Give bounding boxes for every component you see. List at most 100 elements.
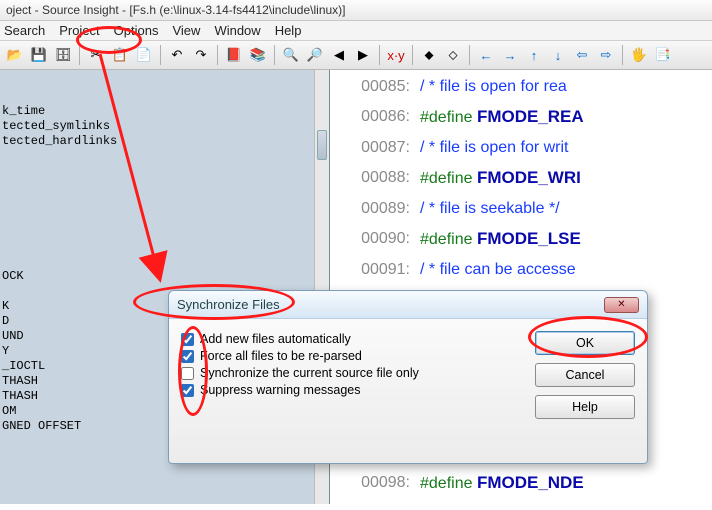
toolbar: 📂 💾 🗄 ✂ 📋 📄 ↶ ↷ 📕 📚 🔍 🔎 ◀ ▶ x·y ⬥ ⬦ ← → … bbox=[0, 41, 712, 70]
dialog-check-row: Synchronize the current source file only bbox=[181, 366, 535, 380]
ok-button[interactable]: OK bbox=[535, 331, 635, 355]
symbol-item[interactable] bbox=[2, 209, 307, 224]
cut-icon[interactable]: ✂ bbox=[85, 44, 107, 66]
save-icon[interactable]: 💾 bbox=[28, 44, 50, 66]
separator bbox=[622, 45, 623, 65]
tool1-icon[interactable]: 🖐 bbox=[628, 44, 650, 66]
back-icon[interactable]: ← bbox=[475, 44, 497, 66]
line-number: 00098: bbox=[334, 468, 420, 499]
menu-search[interactable]: Search bbox=[4, 23, 45, 38]
nav-fwd-icon[interactable]: ⇨ bbox=[595, 44, 617, 66]
dialog-check-row: Suppress warning messages bbox=[181, 383, 535, 397]
separator bbox=[217, 45, 218, 65]
code-line[interactable]: 00099:/ * File is opened with bbox=[334, 499, 712, 504]
symbol-item[interactable]: tected_hardlinks bbox=[2, 134, 307, 149]
symbol-item[interactable] bbox=[2, 89, 307, 104]
code-line[interactable]: 00098:#define FMODE_NDE bbox=[334, 468, 712, 499]
code-text: / * file can be accesse bbox=[420, 255, 576, 285]
line-number: 00086: bbox=[334, 102, 420, 133]
menu-project[interactable]: Project bbox=[59, 23, 99, 38]
menu-help[interactable]: Help bbox=[275, 23, 302, 38]
symbol-item[interactable] bbox=[2, 179, 307, 194]
open-icon[interactable]: 📂 bbox=[4, 44, 26, 66]
code-text: #define FMODE_WRI bbox=[420, 163, 581, 194]
down-icon[interactable]: ↓ bbox=[547, 44, 569, 66]
dialog-options: Add new files automatically Force all fil… bbox=[181, 329, 535, 419]
line-number: 00087: bbox=[334, 133, 420, 163]
symbol-item[interactable] bbox=[2, 194, 307, 209]
nav-back-icon[interactable]: ⇦ bbox=[571, 44, 593, 66]
mark2-icon[interactable]: ⬦ bbox=[442, 44, 464, 66]
separator bbox=[379, 45, 380, 65]
dialog-check-label: Force all files to be re-parsed bbox=[200, 349, 362, 363]
help-button[interactable]: Help bbox=[535, 395, 635, 419]
fwd-icon[interactable]: → bbox=[499, 44, 521, 66]
mark1-icon[interactable]: ⬥ bbox=[418, 44, 440, 66]
code-text: #define FMODE_REA bbox=[420, 102, 584, 133]
books-icon[interactable]: 📚 bbox=[247, 44, 269, 66]
separator bbox=[274, 45, 275, 65]
code-line[interactable]: 00085:/ * file is open for rea bbox=[334, 72, 712, 102]
separator bbox=[469, 45, 470, 65]
symbol-item[interactable]: OCK bbox=[2, 269, 307, 284]
code-line[interactable]: 00090:#define FMODE_LSE bbox=[334, 224, 712, 255]
copy-icon[interactable]: 📋 bbox=[109, 44, 131, 66]
dialog-checkbox-1[interactable] bbox=[181, 350, 194, 363]
book-icon[interactable]: 📕 bbox=[223, 44, 245, 66]
next-icon[interactable]: ▶ bbox=[352, 44, 374, 66]
dialog-checkbox-2[interactable] bbox=[181, 367, 194, 380]
separator bbox=[79, 45, 80, 65]
symbol-item[interactable]: k_time bbox=[2, 104, 307, 119]
symbol-item[interactable] bbox=[2, 149, 307, 164]
line-number: 00090: bbox=[334, 224, 420, 255]
code-line[interactable]: 00088:#define FMODE_WRI bbox=[334, 163, 712, 194]
symbol-item[interactable] bbox=[2, 254, 307, 269]
dialog-check-label: Add new files automatically bbox=[200, 332, 351, 346]
menu-window[interactable]: Window bbox=[214, 23, 260, 38]
find-icon[interactable]: 🔍 bbox=[280, 44, 302, 66]
code-line[interactable]: 00086:#define FMODE_REA bbox=[334, 102, 712, 133]
symbol-item[interactable] bbox=[2, 224, 307, 239]
dialog-check-row: Force all files to be re-parsed bbox=[181, 349, 535, 363]
symbol-item[interactable] bbox=[2, 74, 307, 89]
symbol-item[interactable]: tected_symlinks bbox=[2, 119, 307, 134]
code-text: / * File is opened with bbox=[420, 499, 572, 504]
line-number: 00088: bbox=[334, 163, 420, 194]
symbol-item[interactable] bbox=[2, 164, 307, 179]
menu-view[interactable]: View bbox=[172, 23, 200, 38]
dialog-checkbox-3[interactable] bbox=[181, 384, 194, 397]
redo-icon[interactable]: ↷ bbox=[190, 44, 212, 66]
line-number: 00085: bbox=[334, 72, 420, 102]
code-text: #define FMODE_LSE bbox=[420, 224, 581, 255]
synchronize-files-dialog: Synchronize Files ✕ Add new files automa… bbox=[168, 290, 648, 464]
up-icon[interactable]: ↑ bbox=[523, 44, 545, 66]
code-line[interactable]: 00089:/ * file is seekable */ bbox=[334, 194, 712, 224]
line-number: 00089: bbox=[334, 194, 420, 224]
tool2-icon[interactable]: 📑 bbox=[652, 44, 674, 66]
cancel-button[interactable]: Cancel bbox=[535, 363, 635, 387]
code-text: / * file is open for rea bbox=[420, 72, 567, 102]
menu-bar: Search Project Options View Window Help bbox=[0, 21, 712, 41]
close-icon[interactable]: ✕ bbox=[604, 297, 639, 313]
prev-icon[interactable]: ◀ bbox=[328, 44, 350, 66]
code-text: / * file is seekable */ bbox=[420, 194, 560, 224]
window-title: oject - Source Insight - [Fs.h (e:\linux… bbox=[0, 0, 712, 21]
dialog-checkbox-0[interactable] bbox=[181, 333, 194, 346]
saveall-icon[interactable]: 🗄 bbox=[52, 44, 74, 66]
findall-icon[interactable]: 🔎 bbox=[304, 44, 326, 66]
menu-options[interactable]: Options bbox=[114, 23, 159, 38]
undo-icon[interactable]: ↶ bbox=[166, 44, 188, 66]
xy-icon[interactable]: x·y bbox=[385, 44, 407, 66]
scrollbar-thumb[interactable] bbox=[317, 130, 327, 160]
code-text: / * file is open for writ bbox=[420, 133, 569, 163]
symbol-item[interactable] bbox=[2, 239, 307, 254]
code-line[interactable]: 00087:/ * file is open for writ bbox=[334, 133, 712, 163]
dialog-check-label: Synchronize the current source file only bbox=[200, 366, 419, 380]
code-line[interactable]: 00091:/ * file can be accesse bbox=[334, 255, 712, 285]
line-number: 00091: bbox=[334, 255, 420, 285]
line-number: 00099: bbox=[334, 499, 420, 504]
separator bbox=[160, 45, 161, 65]
dialog-titlebar[interactable]: Synchronize Files ✕ bbox=[169, 291, 647, 319]
dialog-check-row: Add new files automatically bbox=[181, 332, 535, 346]
paste-icon[interactable]: 📄 bbox=[133, 44, 155, 66]
